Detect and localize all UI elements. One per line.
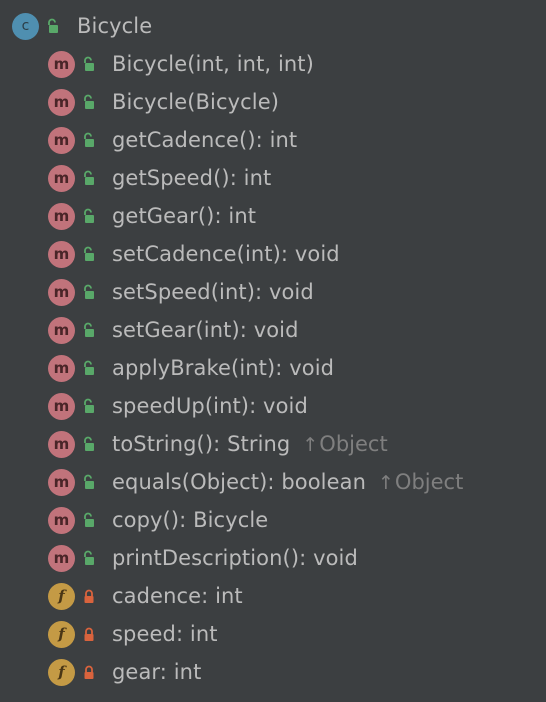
field-icon: f [48,658,75,686]
private-visibility-icon [81,664,97,680]
inherited-class-name: Object [319,432,388,456]
public-visibility-icon [81,322,97,338]
structure-panel: c Bicycle m Bicycle(int, int, int) m Bicycl… [0,0,546,702]
public-visibility-icon [45,18,61,34]
member-signature: setCadence(int): void [112,242,340,266]
tree-item-method[interactable]: m getGear(): int [0,197,546,235]
tree-root-class[interactable]: c Bicycle [0,7,546,45]
public-visibility-icon [81,56,97,72]
method-icon: m [48,202,75,230]
method-icon: m [48,392,75,420]
tree-item-method[interactable]: m setGear(int): void [0,311,546,349]
member-signature: toString(): String [112,432,291,456]
public-visibility-icon [81,360,97,376]
member-signature: printDescription(): void [112,546,358,570]
public-visibility-icon [81,246,97,262]
member-signature: setGear(int): void [112,318,299,342]
inherited-from-label: ↑Object [302,432,387,456]
class-icon: c [12,12,39,40]
member-signature: cadence: int [112,584,243,608]
method-icon: m [48,278,75,306]
member-signature: getSpeed(): int [112,166,272,190]
tree-item-field[interactable]: f cadence: int [0,577,546,615]
method-icon: m [48,126,75,154]
member-signature: speed: int [112,622,218,646]
inherited-class-name: Object [394,470,464,494]
tree-item-field[interactable]: f speed: int [0,615,546,653]
member-signature: copy(): Bicycle [112,508,269,532]
tree-item-method[interactable]: m speedUp(int): void [0,387,546,425]
public-visibility-icon [81,512,97,528]
public-visibility-icon [81,208,97,224]
tree-item-method[interactable]: m equals(Object): boolean ↑Object [0,463,546,501]
member-signature: equals(Object): boolean [112,470,366,494]
method-icon: m [48,430,75,458]
method-icon: m [48,240,75,268]
method-icon: m [48,544,75,572]
method-icon: m [48,468,75,496]
tree-item-method[interactable]: m copy(): Bicycle [0,501,546,539]
public-visibility-icon [81,132,97,148]
method-icon: m [48,50,75,78]
tree-item-method[interactable]: m getCadence(): int [0,121,546,159]
tree-item-method[interactable]: m Bicycle(Bicycle) [0,83,546,121]
public-visibility-icon [81,550,97,566]
tree-item-method[interactable]: m printDescription(): void [0,539,546,577]
member-signature: speedUp(int): void [112,394,308,418]
member-signature: gear: int [112,660,202,684]
method-icon: m [48,506,75,534]
class-name: Bicycle [77,14,153,38]
public-visibility-icon [81,398,97,414]
member-signature: getCadence(): int [112,128,298,152]
private-visibility-icon [81,626,97,642]
up-arrow-icon: ↑ [302,434,319,456]
private-visibility-icon [81,588,97,604]
tree-item-method[interactable]: m toString(): String ↑Object [0,425,546,463]
member-signature: applyBrake(int): void [112,356,335,380]
tree-item-method[interactable]: m getSpeed(): int [0,159,546,197]
field-icon: f [48,620,75,648]
method-icon: m [48,88,75,116]
public-visibility-icon [81,474,97,490]
public-visibility-icon [81,94,97,110]
public-visibility-icon [81,436,97,452]
member-list: m Bicycle(int, int, int) m Bicycle(Bicycle)… [0,45,546,691]
tree-item-method[interactable]: m setSpeed(int): void [0,273,546,311]
inherited-from-label: ↑Object [378,470,463,494]
member-signature: setSpeed(int): void [112,280,314,304]
public-visibility-icon [81,284,97,300]
tree-item-field[interactable]: f gear: int [0,653,546,691]
tree-item-method[interactable]: m applyBrake(int): void [0,349,546,387]
method-icon: m [48,316,75,344]
method-icon: m [48,164,75,192]
tree-item-method[interactable]: m setCadence(int): void [0,235,546,273]
public-visibility-icon [81,170,97,186]
field-icon: f [48,582,75,610]
member-signature: getGear(): int [112,204,257,228]
up-arrow-icon: ↑ [378,472,394,494]
member-signature: Bicycle(int, int, int) [112,52,314,76]
method-icon: m [48,354,75,382]
member-signature: Bicycle(Bicycle) [112,90,280,114]
tree-item-method[interactable]: m Bicycle(int, int, int) [0,45,546,83]
